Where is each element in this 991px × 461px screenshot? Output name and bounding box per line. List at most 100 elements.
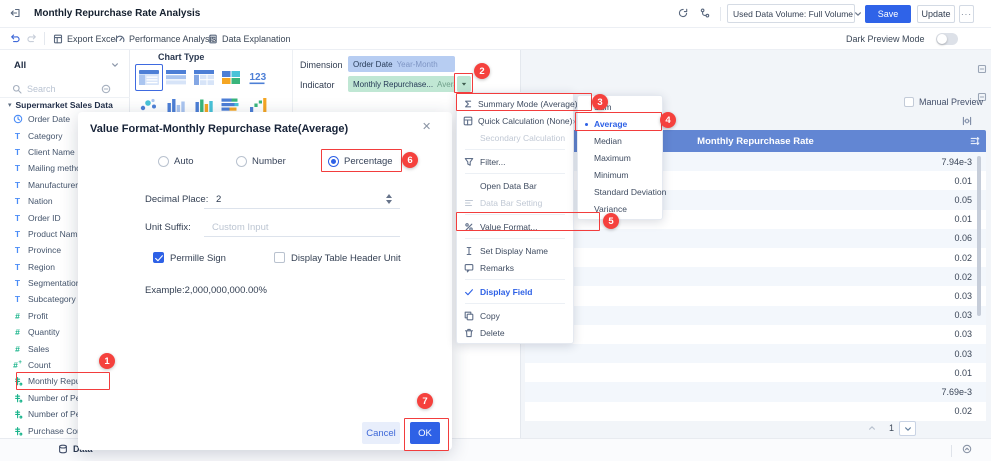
toggle-knob: [937, 34, 947, 44]
submenu-item-minimum[interactable]: Minimum: [578, 166, 662, 183]
tree-expand-icon[interactable]: ▾: [8, 101, 12, 109]
dataset-name: Supermarket Sales Data: [16, 100, 113, 110]
submenu-item-median[interactable]: Median: [578, 132, 662, 149]
chart-type-cross-table[interactable]: [190, 64, 218, 91]
quickcalc-icon: [463, 116, 473, 126]
color-block-icon: [221, 70, 241, 85]
update-button[interactable]: Update: [917, 5, 955, 23]
undo-icon[interactable]: [10, 33, 20, 43]
step-badge-1: 1: [99, 353, 115, 369]
dataset-node[interactable]: ▾ Supermarket Sales Data: [0, 98, 130, 112]
radio-icon[interactable]: [158, 156, 169, 167]
text-field-icon: T: [12, 131, 23, 141]
data-explanation-button[interactable]: Data Explanation: [208, 32, 291, 46]
menu-item-set-display-name[interactable]: Set Display Name: [457, 242, 573, 259]
table-row[interactable]: 0.02: [525, 267, 986, 286]
top-bar: Monthly Repurchase Rate Analysis Used Da…: [0, 0, 991, 28]
chart-type-group-table[interactable]: [163, 64, 191, 91]
svg-text:123: 123: [249, 72, 266, 83]
table-row[interactable]: 0.03: [525, 286, 986, 305]
table-cell-value: 0.01: [954, 368, 972, 378]
permille-sign-checkbox[interactable]: [153, 252, 164, 263]
field-search-input[interactable]: [27, 84, 101, 94]
chart-type-color-block[interactable]: [218, 64, 246, 91]
decimal-stepper[interactable]: [384, 192, 394, 206]
table-cell-value: 0.03: [954, 310, 972, 320]
document-title: Monthly Repurchase Rate Analysis: [34, 8, 200, 19]
menu-item-filter[interactable]: Filter...: [457, 153, 573, 170]
save-button[interactable]: Save: [865, 5, 911, 23]
decimal-place-input[interactable]: 2: [216, 194, 221, 205]
step-badge-7: 7: [417, 393, 433, 409]
table-row[interactable]: 0.01: [525, 363, 986, 382]
next-page-button[interactable]: [899, 421, 916, 436]
cancel-button[interactable]: Cancel: [362, 422, 400, 444]
more-actions-button[interactable]: ···: [959, 5, 974, 23]
dimension-pill-order-date[interactable]: Order Date Year-Month: [348, 56, 455, 72]
menu-item-copy[interactable]: Copy: [457, 307, 573, 324]
data-explanation-label: Data Explanation: [222, 34, 291, 44]
step-badge-3: 3: [592, 94, 608, 110]
table-cell-value: 7.69e-3: [941, 387, 972, 397]
calculated-field-icon: [12, 393, 23, 403]
radio-icon[interactable]: [236, 156, 247, 167]
export-excel-button[interactable]: Export Excel: [53, 32, 118, 46]
table-row[interactable]: 0.03: [525, 344, 986, 363]
header-unit-checkbox[interactable]: [274, 252, 285, 263]
exit-editor-icon[interactable]: [10, 8, 20, 18]
chart-type-kpi-card[interactable]: 123: [245, 64, 273, 91]
table-row[interactable]: 0.06: [525, 229, 986, 248]
stepper-up-icon[interactable]: [386, 194, 392, 198]
chart-type-detail-table-selected[interactable]: [135, 64, 163, 91]
redo-icon[interactable]: [27, 33, 37, 43]
menu-item-secondary-calculation: Secondary Calculation: [457, 129, 573, 146]
table-scrollbar[interactable]: [977, 156, 981, 316]
menu-item-label: Display Field: [480, 287, 532, 297]
format-option-auto[interactable]: Auto: [158, 156, 194, 167]
performance-analysis-button[interactable]: Performance Analysis: [115, 32, 216, 46]
pagination: 1: [525, 421, 986, 437]
submenu-item-maximum[interactable]: Maximum: [578, 149, 662, 166]
chevron-down-icon: [903, 424, 913, 434]
topbar-divider: [720, 7, 721, 21]
table-row[interactable]: 7.69e-3: [525, 382, 986, 401]
field-scope-dropdown[interactable]: All: [0, 56, 130, 74]
menu-item-quick-calculation-none[interactable]: Quick Calculation (None)›: [457, 112, 573, 129]
data-relation-icon[interactable]: [700, 8, 710, 18]
menu-divider: [465, 279, 565, 280]
used-data-volume-dropdown[interactable]: Used Data Volume: Full Volume: [727, 4, 855, 23]
table-row[interactable]: 0.02: [525, 248, 986, 267]
stepper-down-icon[interactable]: [386, 200, 392, 204]
submenu-item-standard-deviation[interactable]: Standard Deviation: [578, 183, 662, 200]
cross-table-icon: [194, 70, 214, 85]
menu-divider: [465, 173, 565, 174]
menu-item-delete[interactable]: Delete: [457, 324, 573, 341]
unit-suffix-input[interactable]: Custom Input: [212, 222, 269, 233]
decimal-place-label: Decimal Place:: [145, 194, 208, 205]
table-row[interactable]: 0.03: [525, 325, 986, 344]
table-row[interactable]: 0.03: [525, 306, 986, 325]
rename-icon: [463, 246, 475, 256]
text-field-icon: T: [12, 278, 23, 288]
manual-preview-checkbox[interactable]: [904, 97, 914, 107]
menu-item-open-data-bar[interactable]: Open Data Bar: [457, 177, 573, 194]
dialog-close-icon[interactable]: ✕: [422, 120, 431, 133]
menu-item-display-field[interactable]: Display Field: [457, 283, 573, 300]
format-option-number[interactable]: Number: [236, 156, 286, 167]
previous-page-icon[interactable]: [867, 423, 877, 433]
menu-item-label: Delete: [480, 328, 505, 338]
field-label: Order ID: [28, 213, 61, 223]
filter-fields-icon[interactable]: [101, 84, 111, 94]
field-label: Province: [28, 245, 61, 255]
dimension-label: Dimension: [300, 60, 343, 70]
format-option-label: Number: [252, 156, 286, 167]
collapse-columns-icon[interactable]: [962, 116, 972, 126]
menu-item-remarks[interactable]: Remarks: [457, 259, 573, 276]
dark-preview-toggle[interactable]: [936, 33, 958, 45]
refresh-icon[interactable]: [678, 8, 688, 18]
table-row[interactable]: 0.02: [525, 402, 986, 421]
indicator-pill-monthly-repurchase[interactable]: Monthly Repurchase... Average: [348, 76, 455, 92]
column-settings-icon[interactable]: [970, 136, 980, 146]
collapse-style-panel-icon[interactable]: [977, 64, 987, 74]
collapse-bottom-panel-icon[interactable]: [962, 444, 972, 454]
